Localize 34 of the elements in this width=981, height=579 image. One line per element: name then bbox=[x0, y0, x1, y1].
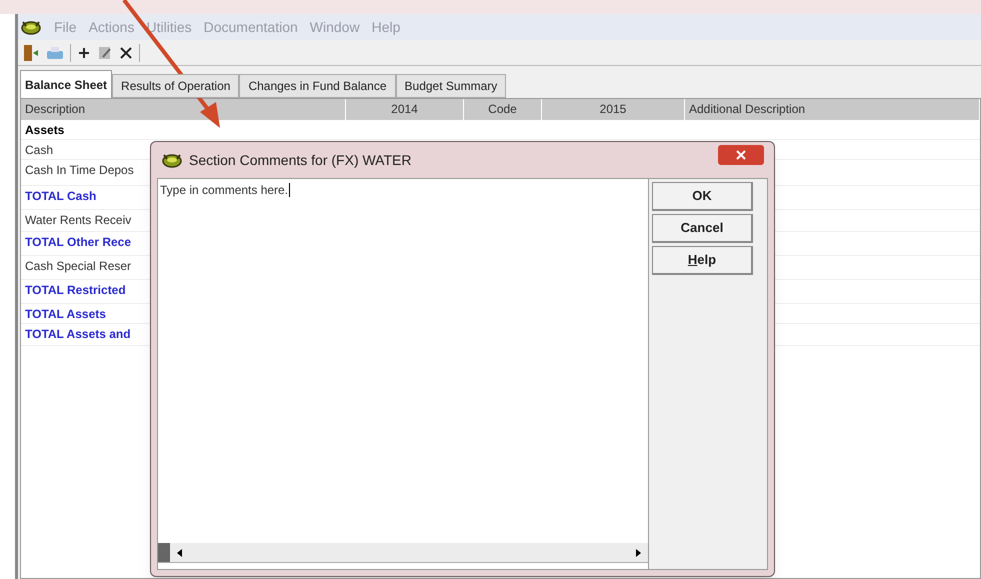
close-icon bbox=[736, 150, 746, 160]
table-cell-text: TOTAL Cash bbox=[24, 188, 98, 205]
door-icon[interactable] bbox=[22, 44, 40, 62]
edit-icon[interactable] bbox=[97, 44, 113, 60]
dialog-logo-icon bbox=[161, 152, 183, 168]
dialog-button[interactable]: Cancel bbox=[652, 214, 753, 243]
table-cell-text: Cash bbox=[24, 142, 54, 159]
column-header: 2014 bbox=[346, 99, 464, 120]
close-button[interactable] bbox=[718, 145, 764, 165]
table-cell-text: Cash In Time Depos bbox=[24, 162, 135, 179]
dialog-button[interactable]: Help bbox=[652, 246, 753, 275]
tab[interactable]: Budget Summary bbox=[396, 74, 506, 98]
column-header: Additional Description bbox=[685, 99, 980, 120]
tab[interactable]: Changes in Fund Balance bbox=[239, 74, 396, 98]
comment-field[interactable]: Type in comments here. bbox=[158, 179, 649, 569]
table-cell-text: TOTAL Assets and bbox=[24, 326, 132, 343]
tab[interactable]: Balance Sheet bbox=[20, 70, 112, 98]
app-logo-icon bbox=[20, 19, 42, 35]
column-header: 2015 bbox=[542, 99, 685, 120]
close-icon[interactable] bbox=[119, 46, 133, 60]
tab[interactable]: Results of Operation bbox=[112, 74, 240, 98]
table-cell-text: Water Rents Receiv bbox=[24, 212, 132, 229]
horizontal-scrollbar[interactable] bbox=[158, 543, 648, 563]
table-cell-text: TOTAL Other Rece bbox=[24, 234, 132, 251]
comment-text: Type in comments here. bbox=[160, 183, 290, 197]
column-header: Code bbox=[464, 99, 542, 120]
dialog-title: Section Comments for (FX) WATER bbox=[189, 150, 412, 170]
table-cell-text: Assets bbox=[24, 122, 66, 139]
scrollbar-thumb[interactable] bbox=[158, 543, 170, 562]
table-cell-text: Cash Special Reser bbox=[24, 258, 132, 275]
dialog-button[interactable]: OK bbox=[652, 182, 753, 211]
plus-icon[interactable] bbox=[77, 46, 91, 60]
table-cell-text: TOTAL Assets bbox=[24, 306, 107, 323]
table-cell-text: TOTAL Restricted bbox=[24, 282, 127, 299]
